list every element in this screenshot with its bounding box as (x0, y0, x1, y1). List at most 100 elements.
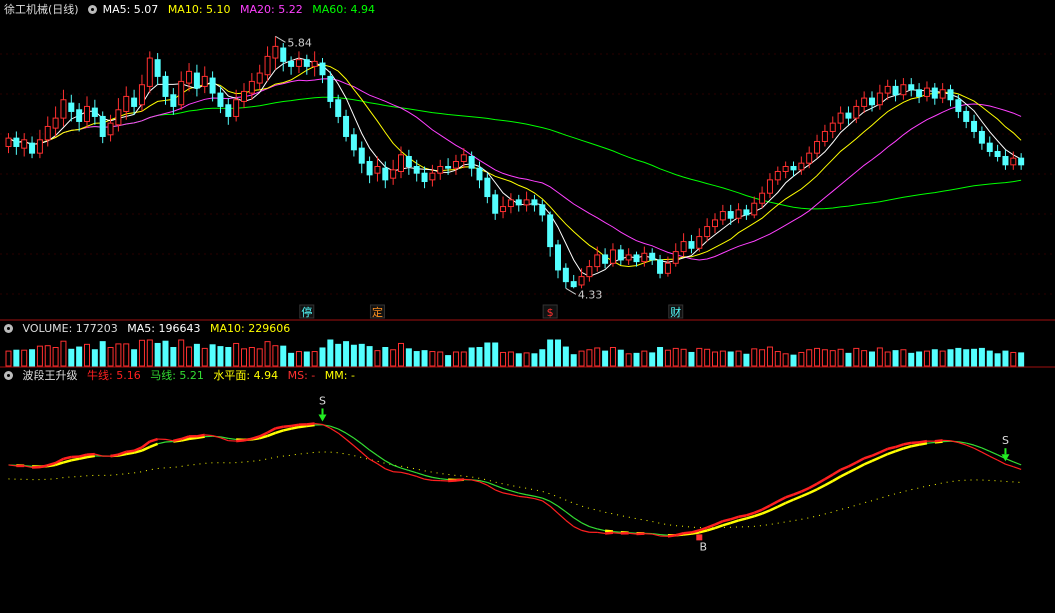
volume-header: VOLUME: 177203 MA5: 196643 MA10: 229606 (4, 321, 296, 337)
volume-bar (91, 349, 98, 367)
volume-bar (44, 345, 51, 367)
volume-bar (492, 342, 499, 367)
niu-line-segment (510, 493, 519, 497)
candle-body (947, 89, 954, 101)
ma5-line (8, 57, 1022, 277)
niu-line-segment (777, 496, 787, 503)
candle-body (986, 142, 993, 152)
ma-line-segment (86, 454, 96, 459)
candle-body (798, 162, 805, 171)
buy-signal-label: B (700, 540, 708, 553)
volume-bar (445, 355, 452, 367)
niu-line-segment (345, 438, 355, 447)
event-marker: 财 (670, 305, 681, 319)
candle-body (390, 169, 397, 179)
low-pointer (565, 287, 577, 295)
ma-line-segment (63, 459, 72, 464)
candle-body (829, 122, 836, 132)
volume-bar (759, 349, 766, 367)
candle-body (845, 112, 852, 119)
event-marker: 定 (372, 305, 383, 319)
niu-line-segment (753, 508, 763, 514)
volume-bar (774, 351, 781, 367)
niu-line-segment (934, 439, 943, 443)
volume-bar (382, 347, 389, 367)
niu-line-segment (534, 497, 543, 502)
volume-bar (798, 351, 805, 367)
volume-bar (908, 352, 915, 367)
volume-bar (719, 350, 726, 367)
ma60-value: MA60: 4.94 (312, 3, 375, 16)
candle-body (672, 251, 679, 264)
volume-bar (421, 350, 428, 367)
level-value: 水平面: 4.94 (213, 369, 279, 382)
volume-ma5-value: MA5: 196643 (127, 322, 201, 335)
ma-line-segment (871, 456, 881, 463)
niu-line-segment (997, 459, 1006, 465)
candle-body (594, 254, 601, 268)
niu-line-segment (785, 493, 794, 499)
stock-chart[interactable]: 5.84 4.33 停 定 $ 财 S B S (0, 0, 1055, 613)
ma10-line (8, 64, 1022, 268)
ma-line-segment (345, 432, 355, 439)
ma-line-segment (981, 447, 990, 452)
volume-bar (664, 349, 671, 367)
candle-body (272, 45, 279, 59)
volume-bar (484, 342, 491, 367)
volume-bar (21, 349, 28, 367)
niu-line-segment (361, 452, 370, 460)
niu-line-segment (1013, 466, 1022, 471)
candle-body (507, 199, 514, 208)
candle-body (256, 72, 263, 84)
ma-line-segment (494, 484, 504, 489)
volume-bar (5, 350, 12, 367)
volume-bar (99, 341, 106, 367)
volume-bar (688, 351, 695, 367)
ma-line-segment (267, 431, 276, 438)
volume-bar (123, 343, 130, 367)
candle-body (60, 99, 67, 119)
gear-icon[interactable] (88, 5, 98, 14)
ma-line-segment (510, 490, 519, 494)
ma-line-segment (800, 491, 810, 498)
ma-line-segment (542, 497, 551, 502)
ma-line-segment (589, 525, 598, 530)
niu-line-segment (408, 473, 417, 477)
ma-line-segment (895, 447, 904, 453)
niu-line-segment (746, 511, 755, 517)
candle-body (91, 107, 98, 117)
candle-body (657, 259, 664, 274)
candle-body (876, 92, 883, 106)
volume-bar (586, 349, 593, 367)
candle-body (421, 172, 428, 183)
ma-line-segment (440, 478, 449, 481)
sell-signal-label: S (319, 394, 326, 407)
ma-line-segment (275, 429, 284, 435)
ma5-value: MA5: 5.07 (102, 3, 159, 16)
gear-icon[interactable] (4, 371, 13, 380)
ma-line-segment (714, 524, 724, 530)
volume-bar (672, 347, 679, 367)
candle-body (633, 254, 640, 263)
volume-bar (186, 346, 193, 367)
event-marker: 停 (301, 305, 312, 319)
candle-body (288, 60, 295, 67)
volume-bar (547, 339, 554, 367)
candle-body (751, 202, 758, 216)
niu-line-segment (204, 434, 213, 437)
ma-line-segment (361, 443, 370, 451)
sell-signal-label: S (1002, 434, 1009, 447)
ma-line-segment (188, 436, 198, 441)
candle-body (892, 85, 899, 96)
gear-icon[interactable] (4, 324, 13, 333)
ma-line-segment (785, 498, 794, 505)
ma-line-segment (847, 467, 857, 474)
volume-bar (696, 347, 703, 367)
niu-line-segment (400, 471, 409, 475)
candle-body (531, 199, 538, 206)
ma-line-segment (549, 500, 559, 507)
niu-line-segment (847, 461, 857, 468)
ma-line-segment (808, 488, 818, 495)
candle-body (861, 97, 868, 107)
candle-body (1002, 155, 1009, 166)
